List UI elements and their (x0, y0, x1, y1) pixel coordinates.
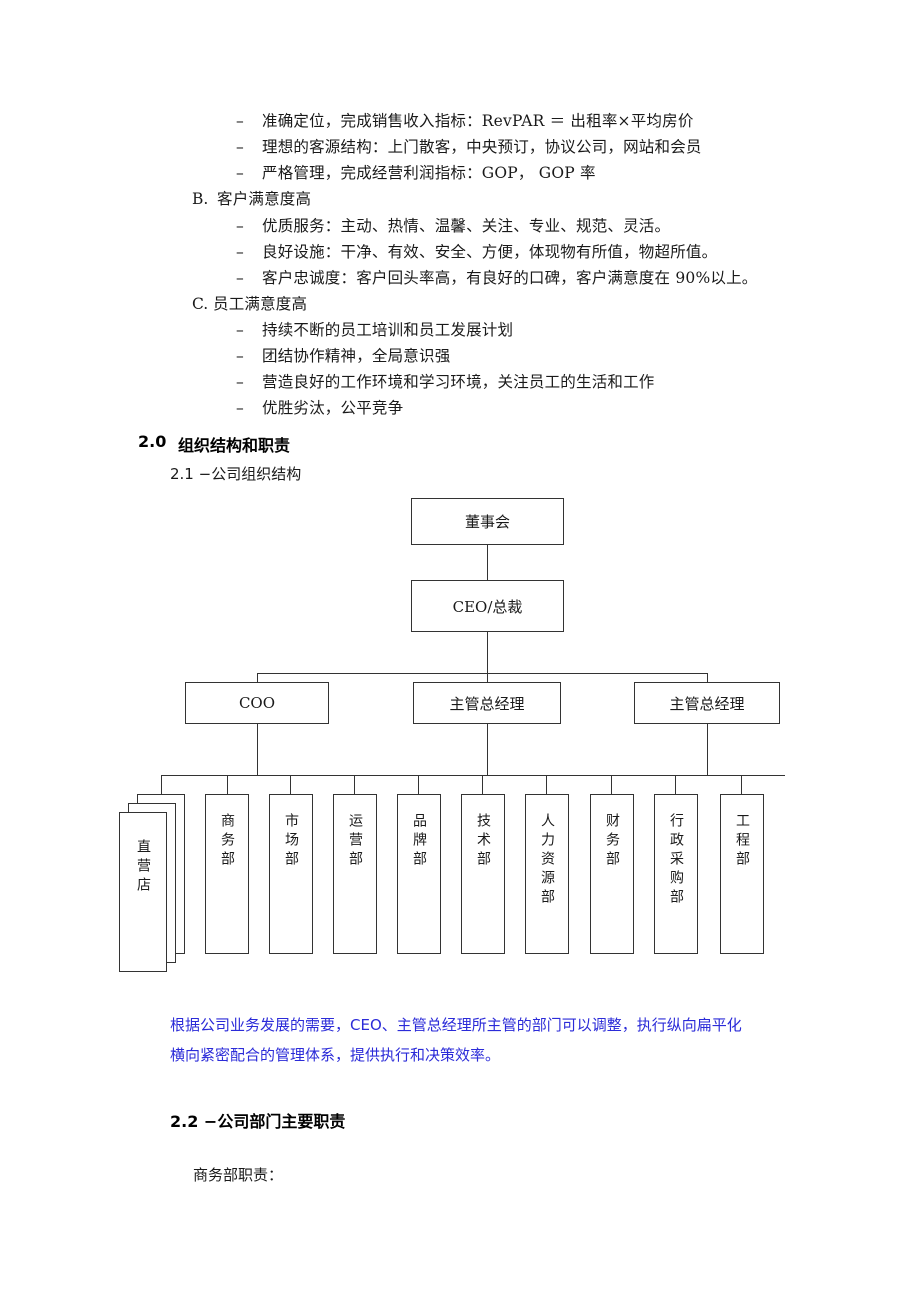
note-paragraph: 根据公司业务发展的需要，CEO、主管总经理所主管的部门可以调整，执行纵向扁平化 … (170, 1010, 830, 1070)
org-dept-renliziyuan: 人力资源部 (525, 794, 569, 954)
org-dept-jishu: 技术部 (461, 794, 505, 954)
org-dept-label: 工程部 (734, 813, 750, 870)
org-node-label: 主管总经理 (449, 694, 525, 713)
connector-dept-8 (611, 775, 612, 794)
org-dept-label: 技术部 (475, 813, 491, 870)
org-dept-label: 运营部 (347, 813, 363, 870)
connector-bus-gm1 (487, 673, 488, 682)
connector-dept-10 (741, 775, 742, 794)
connector-dept-4 (354, 775, 355, 794)
note-line-1: 根据公司业务发展的需要，CEO、主管总经理所主管的部门可以调整，执行纵向扁平化 (170, 1016, 742, 1034)
org-node-label: COO (238, 694, 276, 712)
org-node-label: 董事会 (464, 513, 510, 531)
connector-dept-6 (482, 775, 483, 794)
org-dept-label: 品牌部 (411, 813, 427, 870)
connector-bus-gm2 (707, 673, 708, 682)
connector-dept-5 (418, 775, 419, 794)
org-dept-shichang: 市场部 (269, 794, 313, 954)
org-dept-zhiyingdian: 直营店 (119, 812, 167, 972)
org-dept-label: 财务部 (604, 813, 620, 870)
org-dept-label: 人力资源部 (539, 813, 555, 908)
org-dept-yunying: 运营部 (333, 794, 377, 954)
manager-bus-line (257, 673, 707, 674)
note-line-2: 横向紧密配合的管理体系，提供执行和决策效率。 (170, 1046, 501, 1064)
org-dept-label: 市场部 (283, 813, 299, 870)
connector-bus-coo (257, 673, 258, 682)
org-chart: 董事会 CEO/总裁 COO 主管总经理 主管总经理 直营店 商务部 市场部 运… (0, 0, 920, 1302)
org-node-label: CEO/总裁 (452, 597, 523, 616)
org-node-coo: COO (185, 682, 329, 724)
org-node-gm-2: 主管总经理 (634, 682, 780, 724)
connector-board-ceo (487, 545, 488, 580)
connector-gm2-down (707, 724, 708, 775)
org-node-board: 董事会 (411, 498, 564, 545)
org-node-gm-1: 主管总经理 (413, 682, 561, 724)
connector-gm1-down (487, 724, 488, 775)
connector-dept-2 (227, 775, 228, 794)
department-bus-line (161, 775, 785, 776)
org-dept-xingzhengcaigou: 行政采购部 (654, 794, 698, 954)
org-dept-caiwu: 财务部 (590, 794, 634, 954)
connector-dept-1 (161, 775, 162, 794)
org-node-label: 主管总经理 (669, 694, 745, 713)
org-node-ceo: CEO/总裁 (411, 580, 564, 632)
connector-dept-9 (675, 775, 676, 794)
connector-dept-7 (546, 775, 547, 794)
document-page: – 准确定位，完成销售收入指标：RevPAR ＝ 出租率×平均房价 – 理想的客… (0, 0, 920, 1302)
org-dept-label: 直营店 (135, 839, 151, 896)
trailing-text: 商务部职责： (193, 1166, 284, 1184)
connector-dept-3 (290, 775, 291, 794)
org-dept-gongcheng: 工程部 (720, 794, 764, 954)
org-dept-label: 行政采购部 (668, 813, 684, 908)
heading-2-2: 2.2 −公司部门主要职责 (170, 1112, 346, 1131)
connector-coo-down (257, 724, 258, 775)
org-dept-pinpai: 品牌部 (397, 794, 441, 954)
connector-ceo-down (487, 632, 488, 674)
org-dept-label: 商务部 (219, 813, 235, 870)
org-dept-shangwu: 商务部 (205, 794, 249, 954)
